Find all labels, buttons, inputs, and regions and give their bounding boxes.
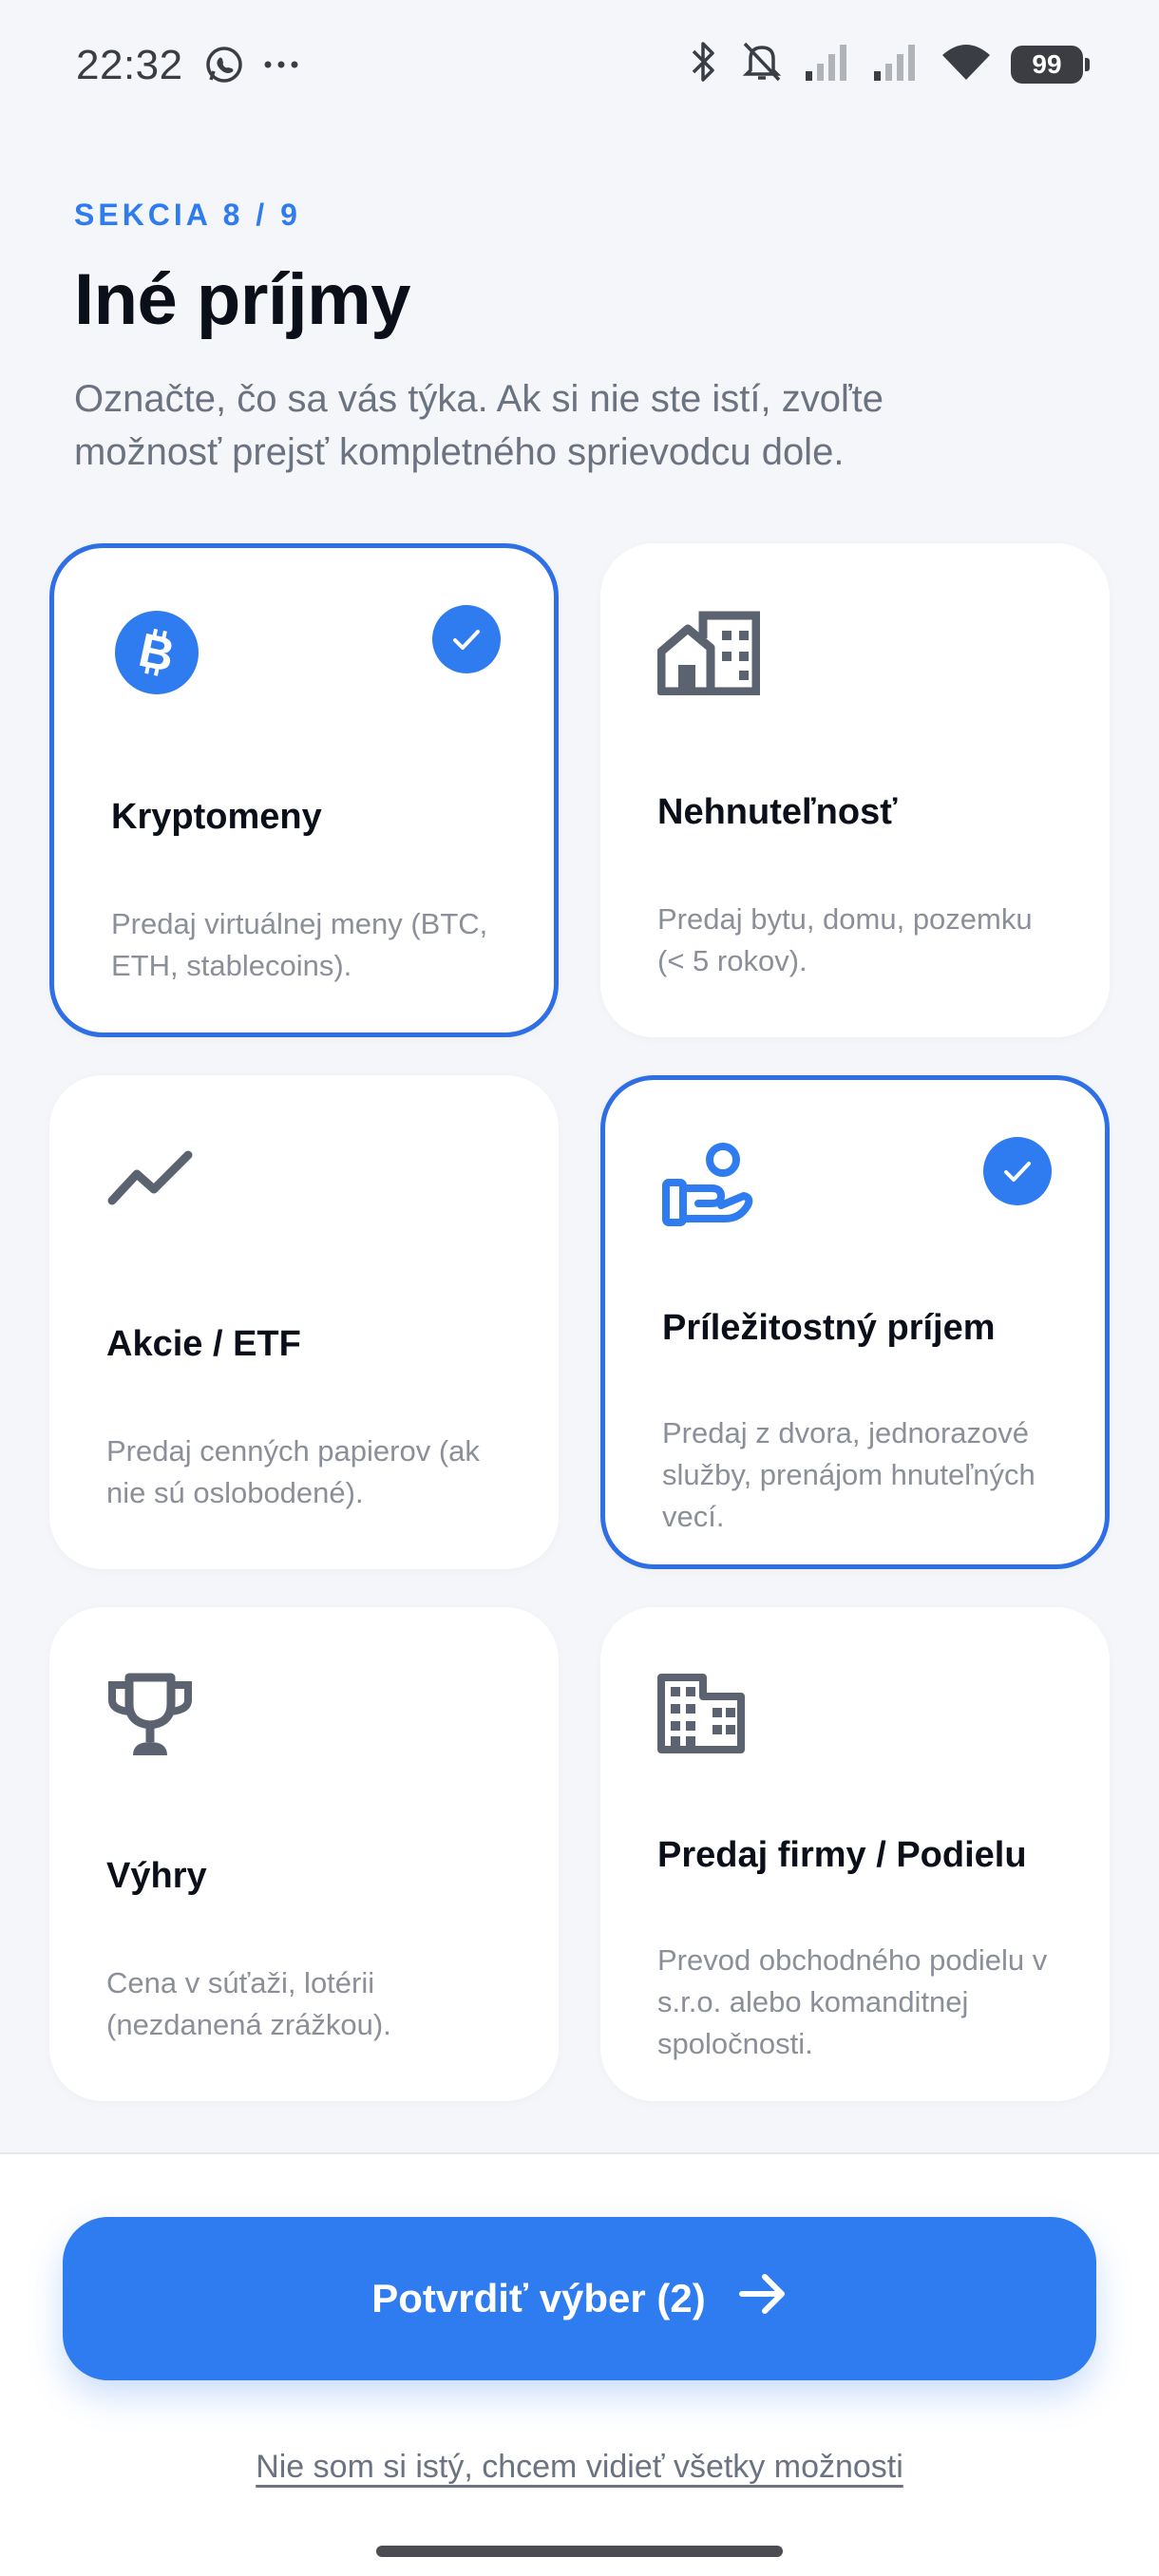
trending-up-icon — [106, 1144, 201, 1239]
trophy-icon — [106, 1672, 201, 1767]
confirm-selection-label: Potvrdiť výber (2) — [371, 2276, 706, 2320]
option-card-title: Výhry — [106, 1856, 207, 1896]
option-card-real-estate[interactable]: Nehnuteľnosť Predaj bytu, domu, pozemku … — [600, 543, 1110, 1037]
option-card-crypto[interactable]: B Kryptomeny Predaj virtuálnej meny (BTC… — [49, 543, 559, 1037]
show-all-options-link[interactable]: Nie som si istý, chcem vidieť všetky mož… — [0, 2449, 1159, 2486]
option-card-title: Predaj firmy / Podielu — [657, 1835, 1027, 1875]
option-card-title: Akcie / ETF — [106, 1324, 301, 1364]
whatsapp-icon — [203, 44, 245, 90]
wifi-icon — [940, 42, 992, 86]
option-card-description: Cena v súťaži, lotérii (nezdanená zrážko… — [106, 1966, 391, 2041]
option-card-title: Nehnuteľnosť — [657, 792, 898, 832]
selected-check-icon — [432, 605, 501, 673]
arrow-right-icon — [738, 2273, 788, 2324]
mute-icon — [739, 40, 785, 88]
page-title: Iné príjmy — [74, 259, 411, 340]
option-card-description: Predaj z dvora, jednorazové služby, pren… — [662, 1416, 1036, 1533]
option-card-description: Prevod obchodného podielu v s.r.o. alebo… — [657, 1943, 1048, 2060]
selected-check-icon — [983, 1137, 1052, 1205]
option-card-title: Príležitostný príjem — [662, 1308, 996, 1348]
option-card-winnings[interactable]: Výhry Cena v súťaži, lotérii (nezdanená … — [49, 1607, 559, 2101]
option-card-stocks[interactable]: Akcie / ETF Predaj cenných papierov (ak … — [49, 1075, 559, 1569]
confirm-selection-button[interactable]: Potvrdiť výber (2) — [63, 2217, 1096, 2380]
home-indicator[interactable] — [376, 2546, 783, 2557]
building-icon — [657, 1674, 752, 1769]
option-card-description: Predaj bytu, domu, pozemku (< 5 rokov). — [657, 902, 1033, 977]
real-estate-icon — [656, 610, 761, 705]
option-card-description: Predaj virtuálnej meny (BTC, ETH, stable… — [111, 907, 488, 982]
hand-person-icon — [662, 1141, 757, 1236]
option-card-title: Kryptomeny — [111, 797, 322, 837]
signal-icon — [872, 43, 922, 85]
signal-icon — [804, 43, 853, 85]
bitcoin-icon: B — [113, 609, 208, 704]
section-progress-label: SEKCIA 8 / 9 — [74, 198, 301, 232]
status-time: 22:32 — [76, 42, 183, 88]
battery-icon: 99 — [1011, 45, 1090, 84]
option-card-company-sale[interactable]: Predaj firmy / Podielu Prevod obchodného… — [600, 1607, 1110, 2101]
option-card-description: Predaj cenných papierov (ak nie sú oslob… — [106, 1434, 480, 1509]
more-dots-icon — [262, 55, 304, 79]
page-subtitle: Označte, čo sa vás týka. Ak si nie ste i… — [74, 378, 884, 473]
option-card-occasional-income[interactable]: Príležitostný príjem Predaj z dvora, jed… — [600, 1075, 1110, 1569]
bluetooth-icon — [688, 40, 720, 88]
status-bar: 22:32 99 — [0, 0, 1159, 133]
